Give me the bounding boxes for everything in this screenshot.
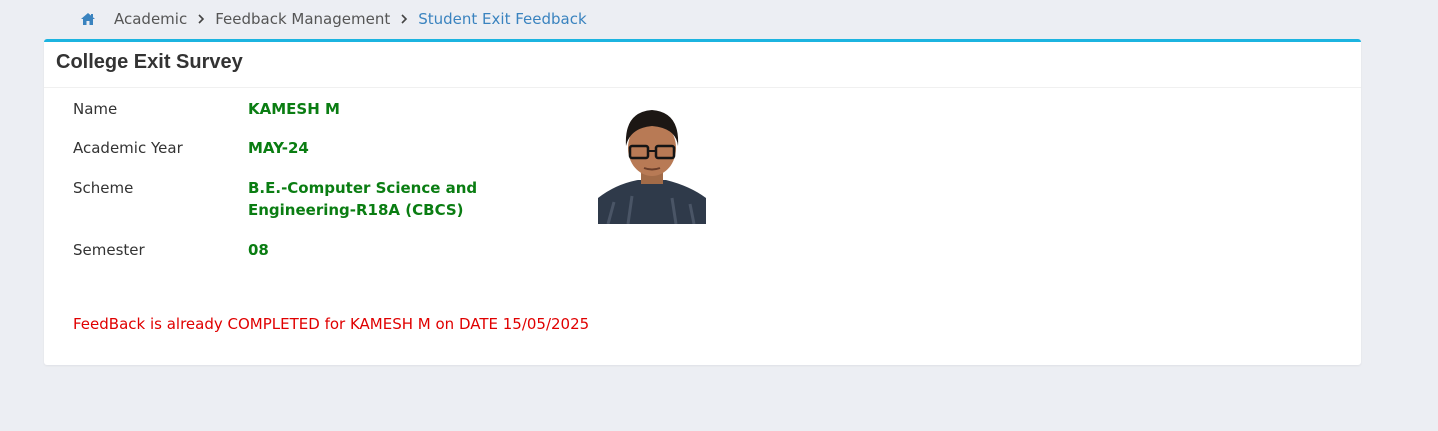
semester-value: 08 [248,241,269,259]
semester-row: Semester 08 [73,239,568,261]
name-label: Name [73,100,118,118]
home-icon[interactable] [80,12,96,26]
scheme-label: Scheme [73,179,134,197]
breadcrumb-academic[interactable]: Academic [114,10,187,28]
scheme-row: Scheme B.E.-Computer Science and Enginee… [73,177,568,221]
academic-year-value: MAY-24 [248,139,309,157]
exit-survey-card: College Exit Survey Name KAMESH M Academ… [44,39,1361,365]
chevron-right-icon [400,14,408,24]
semester-label: Semester [73,241,145,259]
feedback-status-message: FeedBack is already COMPLETED for KAMESH… [73,315,590,333]
scheme-value: B.E.-Computer Science and Engineering-R1… [248,179,478,219]
card-title: College Exit Survey [56,51,243,73]
chevron-right-icon [197,14,205,24]
breadcrumb: Academic Feedback Management Student Exi… [80,8,587,30]
academic-year-row: Academic Year MAY-24 [73,137,568,159]
student-photo [598,106,706,224]
name-value: KAMESH M [248,100,340,118]
academic-year-label: Academic Year [73,139,183,157]
card-header: College Exit Survey [44,42,1361,88]
breadcrumb-feedback-management[interactable]: Feedback Management [215,10,390,28]
name-row: Name KAMESH M [73,98,568,120]
breadcrumb-student-exit-feedback[interactable]: Student Exit Feedback [418,10,586,28]
